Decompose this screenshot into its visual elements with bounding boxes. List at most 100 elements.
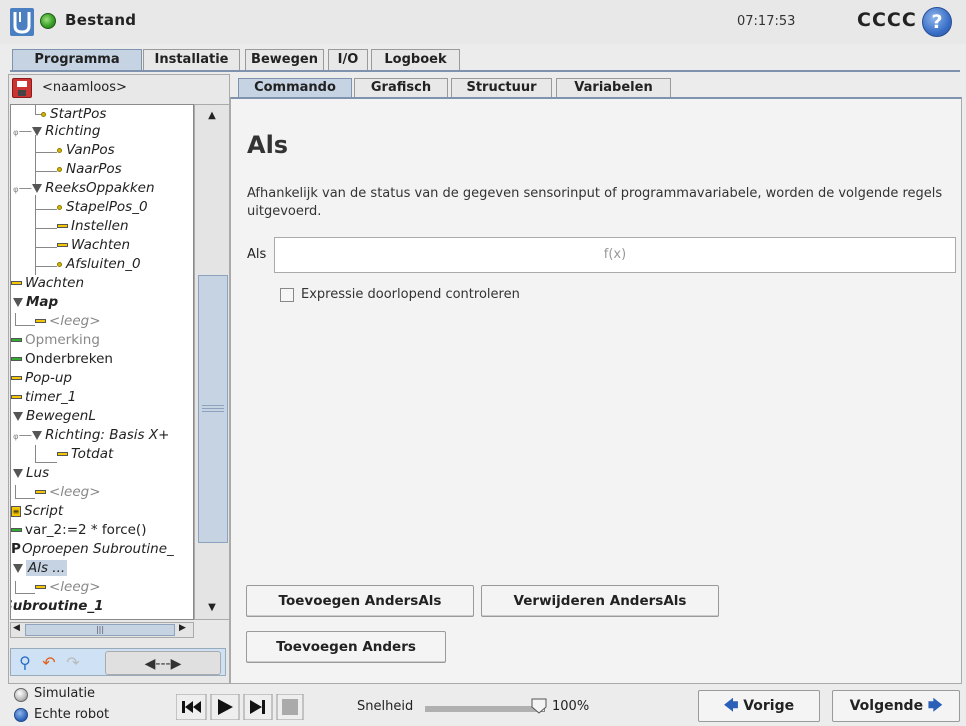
tree-item-instellen[interactable]: Instellen	[57, 217, 129, 236]
collapse-triangle-icon[interactable]	[32, 183, 43, 193]
command-bar-green-icon	[11, 357, 22, 361]
tree-item-timer[interactable]: timer_1	[11, 388, 76, 407]
speed-value: 100%	[552, 699, 590, 714]
tree-item-naarpos[interactable]: NaarPos	[57, 160, 122, 179]
waypoint-icon	[57, 261, 62, 267]
tree-item-leeg-2[interactable]: <leeg>	[35, 483, 101, 502]
scroll-left-icon[interactable]: ◀	[13, 623, 20, 633]
waypoint-icon	[41, 111, 46, 117]
continuous-check-checkbox[interactable]	[280, 288, 294, 302]
next-button[interactable]: Volgende 🡆	[832, 690, 960, 722]
collapse-triangle-icon[interactable]	[13, 468, 23, 478]
collapse-triangle-icon[interactable]	[32, 430, 43, 440]
tree-item-oproepen[interactable]: POproepen Subroutine_	[11, 540, 174, 559]
command-bar-icon	[57, 224, 68, 228]
command-heading: Als	[247, 131, 289, 159]
tab-logboek[interactable]: Logboek	[371, 49, 460, 71]
clock: 07:17:53	[737, 14, 796, 29]
skip-to-start-icon[interactable]	[176, 694, 207, 720]
subtab-grafisch[interactable]: Grafisch	[354, 78, 448, 98]
tree-item-vanpos[interactable]: VanPos	[57, 141, 115, 160]
tree-item-bewegenl[interactable]: BewegenL	[13, 407, 96, 426]
robot-name: CCCC	[857, 9, 917, 31]
collapse-triangle-icon[interactable]	[13, 411, 23, 421]
scroll-down-icon[interactable]: ▼	[199, 599, 225, 617]
command-bar-icon	[35, 490, 46, 494]
title-bar	[0, 0, 966, 44]
tree-item-reeksoppakken[interactable]: ᵩ— ReeksOppakken	[13, 179, 155, 198]
tree-toolbar: ⚲ ↶ ↷ ◀---▶	[10, 648, 226, 676]
tree-item-popup[interactable]: Pop-up	[11, 369, 72, 388]
tree-item-var2[interactable]: var_2:=2 * force()	[11, 521, 146, 540]
tree-item-stapelpos[interactable]: StapelPos_0	[57, 198, 148, 217]
expression-field[interactable]: f(x)	[274, 237, 956, 273]
tree-item-richting-basis[interactable]: ᵩ— Richting: Basis X+	[13, 426, 169, 445]
scroll-right-icon[interactable]: ▶	[179, 623, 186, 633]
tree-item-wachten-inner[interactable]: Wachten	[57, 236, 130, 255]
tree-item-subroutine[interactable]: Subroutine_1	[11, 597, 104, 616]
command-bar-green-icon	[11, 338, 22, 342]
collapse-triangle-icon[interactable]	[13, 563, 23, 573]
tree-item-script[interactable]: ≡ Script	[11, 502, 63, 521]
tree-item-opmerking[interactable]: Opmerking	[11, 331, 100, 350]
speed-slider-knob[interactable]	[530, 697, 548, 715]
search-icon[interactable]: ⚲	[14, 651, 36, 675]
subtab-variabelen[interactable]: Variabelen	[556, 78, 671, 98]
arrow-right-icon: 🡆	[927, 698, 943, 714]
save-icon[interactable]	[12, 78, 32, 98]
remove-elseif-button[interactable]: Verwijderen AndersAls	[481, 585, 719, 617]
step-icon[interactable]	[243, 694, 273, 720]
command-bar-icon	[57, 452, 68, 456]
add-elseif-button[interactable]: Toevoegen AndersAls	[246, 585, 474, 617]
program-tree[interactable]: StartPos ᵩ— Richting VanPos NaarPos ᵩ— Ree…	[10, 104, 194, 620]
play-icon[interactable]	[210, 694, 240, 720]
speed-slider-fill	[425, 706, 537, 712]
tree-item-wachten[interactable]: Wachten	[11, 274, 84, 293]
program-name: <naamloos>	[42, 80, 127, 95]
tree-item-lus[interactable]: Lus	[13, 464, 49, 483]
scroll-thumb[interactable]	[198, 275, 228, 543]
command-bar-green-icon	[11, 528, 22, 532]
hscroll-thumb[interactable]: |||	[25, 624, 175, 636]
tree-item-afsluiten[interactable]: Afsluiten_0	[57, 255, 141, 274]
tree-item-map[interactable]: Map	[13, 293, 58, 312]
tree-item-richting[interactable]: ᵩ— Richting	[13, 122, 100, 141]
subtab-structuur[interactable]: Structuur	[451, 78, 552, 98]
command-description: Afhankelijk van de status van de gegeven…	[247, 186, 943, 219]
speed-label: Snelheid	[357, 699, 414, 714]
simulation-radio[interactable]	[14, 688, 28, 702]
add-else-button[interactable]: Toevoegen Anders	[246, 631, 446, 663]
redo-icon[interactable]: ↷	[62, 651, 84, 675]
real-robot-radio[interactable]	[14, 708, 28, 722]
tab-bewegen[interactable]: Bewegen	[245, 49, 324, 71]
expression-label: Als	[247, 247, 267, 262]
help-icon[interactable]: ?	[922, 7, 952, 37]
command-bar-icon	[35, 319, 46, 323]
scroll-up-icon[interactable]: ▲	[199, 107, 225, 125]
previous-button[interactable]: 🡄 Vorige	[698, 690, 820, 722]
tree-item-leeg[interactable]: <leeg>	[35, 312, 101, 331]
command-bar-icon	[57, 243, 68, 247]
subtab-commando[interactable]: Commando	[238, 78, 352, 98]
tree-item-totdat[interactable]: Totdat	[57, 445, 113, 464]
tree-horizontal-scrollbar[interactable]: ◀ ||| ▶	[10, 622, 194, 638]
waypoint-icon	[57, 166, 62, 172]
command-bar-icon	[35, 585, 46, 589]
tree-item-als[interactable]: Als ...	[13, 559, 68, 578]
tree-item-onderbreken[interactable]: Onderbreken	[11, 350, 113, 369]
command-bar-icon	[11, 395, 22, 399]
checkbox-label: Expressie doorlopend controleren	[301, 287, 520, 302]
stop-icon[interactable]	[276, 694, 304, 720]
tab-programma[interactable]: Programma	[12, 49, 142, 71]
tree-vertical-scrollbar[interactable]: ▲ ▼	[194, 104, 230, 620]
undo-icon[interactable]: ↶	[38, 651, 60, 675]
playback-controls	[176, 694, 304, 720]
tab-installatie[interactable]: Installatie	[143, 49, 240, 71]
tree-item-leeg-3[interactable]: <leeg>	[35, 578, 101, 597]
file-menu[interactable]: Bestand	[65, 11, 136, 29]
collapse-triangle-icon[interactable]	[32, 126, 43, 136]
ur-logo-icon[interactable]	[10, 8, 34, 36]
move-item-icon[interactable]: ◀---▶	[105, 651, 221, 675]
tab-io[interactable]: I/O	[328, 49, 368, 71]
collapse-triangle-icon[interactable]	[13, 297, 23, 307]
